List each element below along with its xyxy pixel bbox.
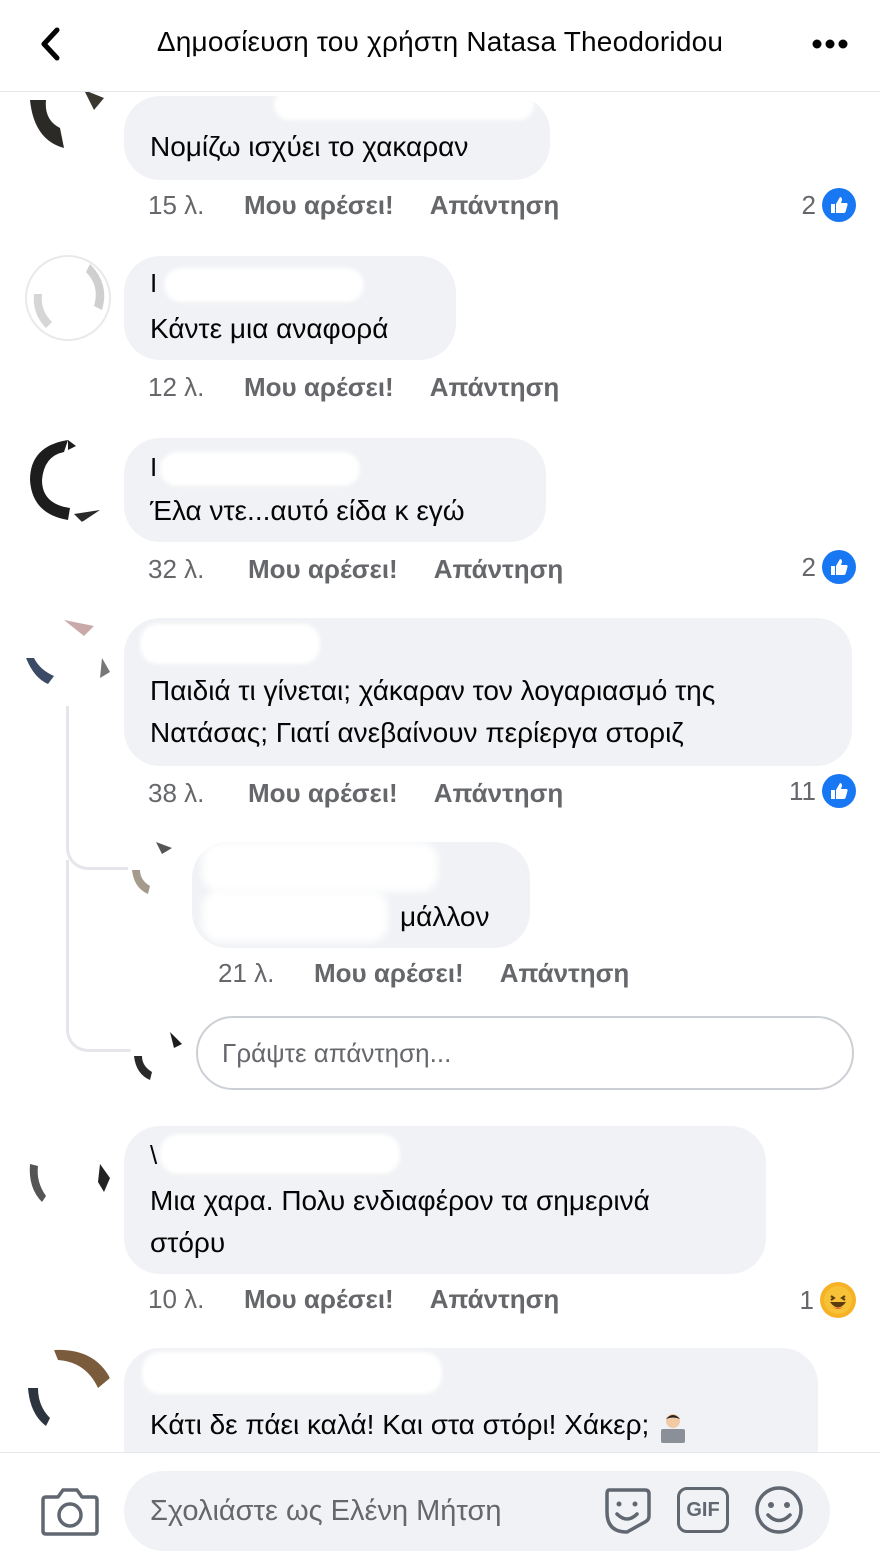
reply-button[interactable]: Απάντηση — [434, 554, 564, 585]
author-name-redacted — [202, 842, 438, 892]
comment-text: Κάτι δε πάει καλά! Και στα στόρι! Χάκερ; — [150, 1404, 792, 1446]
reply-actions: 21 λ. Μου αρέσει! Απάντηση — [218, 958, 629, 989]
comment-bubble[interactable]: Παιδιά τι γίνεται; χάκαραν τον λογαριασμ… — [124, 618, 852, 766]
avatar[interactable] — [24, 618, 112, 706]
emoji-button[interactable] — [752, 1483, 806, 1537]
gif-icon: GIF — [677, 1487, 729, 1533]
comment-composer: Σχολιάστε ως Ελένη Μήτση GIF — [0, 1452, 880, 1564]
more-horizontal-icon — [812, 39, 848, 49]
comment-input-placeholder: Σχολιάστε ως Ελένη Μήτση — [150, 1494, 502, 1527]
comment-bubble[interactable]: Νομίζω ισχύει το χακαραν — [124, 90, 550, 180]
comment-text: Έλα ντε...αυτό είδα κ εγώ — [150, 495, 465, 526]
reaction-summary[interactable]: 2 — [802, 188, 856, 222]
comment-actions: 10 λ. Μου αρέσει! Απάντηση — [148, 1284, 559, 1315]
comment-actions: 32 λ. Μου αρέσει! Απάντηση — [148, 554, 563, 585]
author-name-redacted — [274, 90, 534, 120]
like-button[interactable]: Μου αρέσει! — [244, 372, 394, 403]
like-button[interactable]: Μου αρέσει! — [244, 190, 394, 221]
like-button[interactable]: Μου αρέσει! — [248, 554, 398, 585]
comment-time: 15 λ. — [148, 190, 205, 220]
avatar[interactable] — [128, 840, 188, 900]
camera-button[interactable] — [40, 1485, 100, 1537]
comment-actions: 38 λ. Μου αρέσει! Απάντηση — [148, 778, 563, 809]
haha-emoji-icon — [820, 1282, 856, 1318]
camera-icon — [41, 1488, 99, 1536]
reply-text: μάλλον — [400, 901, 490, 932]
avatar[interactable] — [24, 1130, 112, 1218]
reaction-summary[interactable]: 2 — [802, 550, 856, 584]
page-title: Δημοσίευση του χρήστη Natasa Theodoridou — [156, 26, 724, 57]
top-bar: Δημοσίευση του χρήστη Natasa Theodoridou — [0, 0, 880, 92]
like-button[interactable]: Μου αρέσει! — [244, 1284, 394, 1315]
reply-input-placeholder: Γράψτε απάντηση... — [222, 1037, 452, 1068]
sticker-icon — [605, 1488, 651, 1534]
author-name-redacted — [140, 624, 320, 664]
comment-bubble[interactable]: Ι Κάντε μια αναφορά — [124, 256, 456, 360]
reply-button[interactable]: Απάντηση — [500, 958, 630, 989]
current-user-avatar — [130, 1028, 186, 1084]
reply-button[interactable]: Απάντηση — [434, 778, 564, 809]
like-button[interactable]: Μου αρέσει! — [248, 778, 398, 809]
author-name-redacted — [160, 452, 360, 486]
reaction-count: 11 — [789, 775, 816, 806]
reaction-summary[interactable]: 11 — [789, 774, 856, 808]
author-initial: Ι — [150, 452, 158, 482]
comment-actions: 15 λ. Μου αρέσει! Απάντηση — [148, 190, 559, 221]
comment-time: 10 λ. — [148, 1284, 205, 1314]
comment-bubble[interactable]: \ Μια χαρα. Πολυ ενδιαφέρον τα σημερινά … — [124, 1126, 766, 1274]
reaction-count: 2 — [801, 189, 816, 220]
author-name-redacted — [160, 1134, 400, 1174]
comment-bubble[interactable]: Ι Έλα ντε...αυτό είδα κ εγώ — [124, 438, 546, 542]
like-thumb-icon — [822, 550, 856, 584]
avatar[interactable] — [24, 254, 112, 342]
comment-text: Παιδιά τι γίνεται; χάκαραν τον λογαριασμ… — [150, 675, 716, 748]
reaction-summary[interactable]: 1 — [800, 1282, 856, 1318]
like-button[interactable]: Μου αρέσει! — [314, 958, 464, 989]
text-redacted — [202, 890, 388, 942]
technologist-emoji-icon — [657, 1411, 689, 1443]
sticker-button[interactable] — [600, 1483, 654, 1537]
comment-text: Μια χαρα. Πολυ ενδιαφέρον τα σημερινά στ… — [150, 1185, 650, 1258]
thread-line — [66, 860, 132, 1052]
avatar[interactable] — [24, 1348, 112, 1436]
comment-actions: 12 λ. Μου αρέσει! Απάντηση — [148, 372, 559, 403]
reaction-count: 1 — [799, 1284, 814, 1315]
more-options-button[interactable] — [808, 22, 852, 66]
comment-time: 38 λ. — [148, 778, 205, 808]
reply-button[interactable]: Απάντηση — [430, 190, 560, 221]
emoji-icon — [755, 1486, 803, 1534]
gif-button[interactable]: GIF — [676, 1483, 730, 1537]
like-thumb-icon — [822, 774, 856, 808]
author-name-redacted — [164, 268, 364, 302]
reply-bubble[interactable]: μάλλον — [192, 842, 530, 948]
gif-label: GIF — [686, 1498, 720, 1521]
author-initial: Ι — [150, 268, 158, 298]
reply-button[interactable]: Απάντηση — [430, 1284, 560, 1315]
reply-input[interactable]: Γράψτε απάντηση... — [196, 1016, 854, 1090]
like-thumb-icon — [822, 188, 856, 222]
comment-text: Κάντε μια αναφορά — [150, 313, 389, 344]
author-initial: \ — [150, 1140, 158, 1170]
reaction-count: 2 — [801, 551, 816, 582]
comment-time: 32 λ. — [148, 554, 205, 584]
comment-time: 12 λ. — [148, 372, 205, 402]
reply-time: 21 λ. — [218, 958, 275, 988]
avatar[interactable] — [24, 436, 112, 524]
comment-text: Νομίζω ισχύει το χακαραν — [150, 131, 469, 162]
reply-button[interactable]: Απάντηση — [430, 372, 560, 403]
author-name-redacted — [142, 1352, 442, 1394]
